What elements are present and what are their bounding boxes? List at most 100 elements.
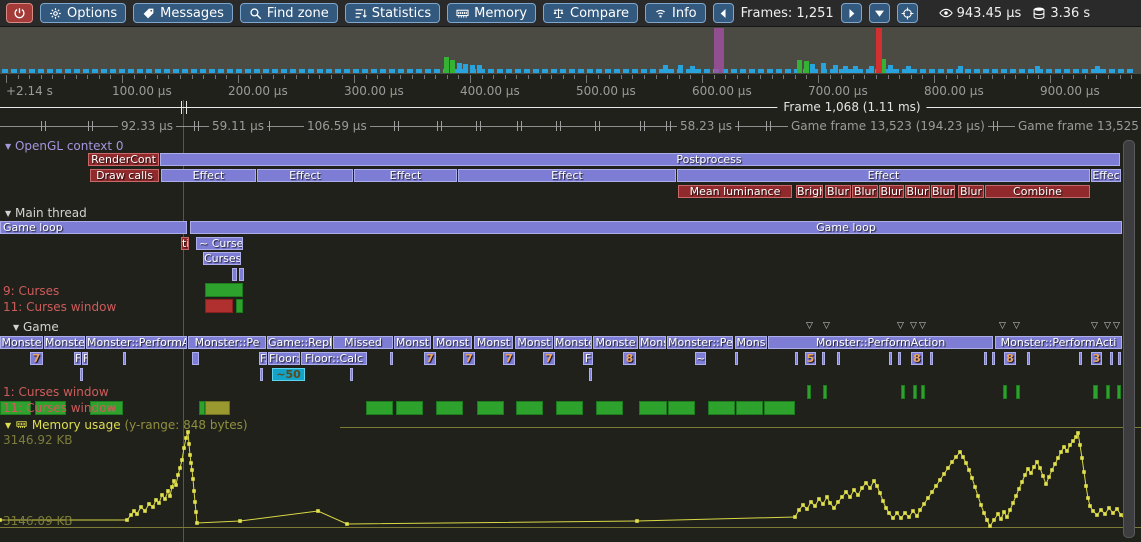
zone-7[interactable]: 7 — [543, 352, 555, 365]
power-button[interactable] — [6, 3, 33, 23]
zone-tiny[interactable] — [930, 352, 933, 365]
memory-section-header[interactable]: ▼ Memory usage (y-range: 848 bytes) — [5, 418, 248, 432]
zone-7[interactable]: 7 — [463, 352, 475, 365]
plot-label-11-curses-window[interactable]: 11: Curses window — [3, 300, 116, 314]
zone-rendercont[interactable]: RenderCont — [88, 153, 159, 166]
zone-tiny[interactable] — [1110, 352, 1113, 365]
message-marker-icon[interactable]: ▽ — [919, 321, 926, 331]
zone-tiny[interactable] — [589, 368, 592, 381]
zone-tiny[interactable] — [390, 352, 393, 365]
zone-8[interactable]: 8 — [623, 352, 636, 365]
plot-label-9-curses[interactable]: 9: Curses — [3, 284, 59, 298]
zone-tiny[interactable] — [232, 268, 237, 281]
plot-label-11-curses-window[interactable]: 11: Curses window — [3, 401, 116, 415]
zone-blur[interactable]: Blur — [905, 185, 930, 198]
zone-tiny[interactable] — [984, 352, 987, 365]
zone-8[interactable]: 8 — [911, 352, 923, 365]
messages-button[interactable]: Messages — [133, 3, 233, 23]
zone-tiny[interactable] — [123, 352, 126, 365]
info-button[interactable]: Info — [645, 3, 706, 23]
zone-tiny[interactable] — [1027, 352, 1030, 365]
zone-monst[interactable]: Monst — [474, 336, 513, 349]
zone-tiny[interactable] — [80, 368, 83, 381]
zone-5[interactable]: 5 — [805, 352, 816, 365]
zone-mean-luminance[interactable]: Mean luminance — [678, 185, 792, 198]
zone-mons[interactable]: Mons — [735, 336, 767, 349]
zone-[interactable]: ~ — [695, 352, 706, 365]
zone-curses[interactable]: ~ Curses — [196, 237, 243, 250]
options-button[interactable]: Options — [40, 3, 126, 23]
zone-monst[interactable]: Monst — [433, 336, 472, 349]
zone-tiny[interactable] — [992, 352, 995, 365]
zone-tiny[interactable] — [837, 352, 840, 365]
zone-tiny[interactable] — [350, 368, 353, 381]
zone-7[interactable]: 7 — [503, 352, 515, 365]
zone-floor[interactable]: Floor: — [268, 352, 300, 365]
zone-effect[interactable]: Effect — [161, 169, 256, 182]
zone-f[interactable]: F — [82, 352, 88, 365]
thread-header-opengl[interactable]: ▼ OpenGL context 0 — [5, 139, 124, 153]
zone-mons[interactable]: Mons — [639, 336, 666, 349]
zone-monster-performacti[interactable]: Monster::PerformActi — [995, 336, 1122, 349]
zone-monst[interactable]: Monst — [515, 336, 553, 349]
zone-50[interactable]: ~50 — [272, 368, 305, 381]
zone-monste[interactable]: Monste — [0, 336, 43, 349]
zone-combine[interactable]: Combine — [985, 185, 1090, 198]
zone-blur[interactable]: Blur — [852, 185, 878, 198]
compare-button[interactable]: Compare — [543, 3, 638, 23]
message-marker-icon[interactable]: ▽ — [1091, 321, 1098, 331]
zone-postprocess[interactable]: Postprocess — [160, 153, 1120, 166]
thread-header-game[interactable]: ▼ Game — [13, 320, 59, 334]
zone-draw-calls[interactable]: Draw calls — [90, 169, 159, 182]
zone-effect[interactable]: Effect — [458, 169, 676, 182]
zone-f[interactable]: F — [583, 352, 593, 365]
zone-tiny[interactable] — [822, 352, 825, 365]
zone-f[interactable]: F — [74, 352, 81, 365]
zone-tiny[interactable] — [889, 352, 892, 365]
prev-frame-button[interactable] — [713, 3, 734, 23]
zone-tiny[interactable] — [239, 268, 244, 281]
message-marker-icon[interactable]: ▽ — [806, 321, 813, 331]
zone-7[interactable]: 7 — [424, 352, 436, 365]
zone-monste[interactable]: Monste — [554, 336, 592, 349]
zone-monste[interactable]: Monste — [44, 336, 85, 349]
zone-tiny[interactable] — [898, 352, 901, 365]
plot-label-1-curses-window[interactable]: 1: Curses window — [3, 385, 109, 399]
zone-game-loop[interactable]: Game loop — [190, 221, 1122, 234]
memory-button[interactable]: Memory — [447, 3, 536, 23]
zone-tiny[interactable] — [735, 352, 738, 365]
zone-monste[interactable]: Monste — [593, 336, 638, 349]
message-marker-icon[interactable]: ▽ — [1104, 321, 1111, 331]
zone-blur[interactable]: Blur — [825, 185, 851, 198]
zone-blur[interactable]: Blur — [879, 185, 904, 198]
zone-monst[interactable]: Monst — [394, 336, 431, 349]
zone-blur[interactable]: Blur — [931, 185, 955, 198]
zone-effect[interactable]: Effect — [677, 169, 1090, 182]
zone-tiny[interactable] — [260, 368, 263, 381]
zone-tiny[interactable] — [1079, 352, 1082, 365]
thread-header-main-thread[interactable]: ▼ Main thread — [5, 206, 87, 220]
message-marker-icon[interactable]: ▽ — [999, 321, 1006, 331]
zone-game-loop[interactable]: Game loop — [0, 221, 187, 234]
locate-timeline-button[interactable] — [897, 3, 918, 23]
zone-monster-performa[interactable]: Monster::PerformA — [86, 336, 187, 349]
statistics-button[interactable]: Statistics — [345, 3, 440, 23]
zone-game-replay[interactable]: Game::Replay — [267, 336, 332, 349]
vertical-scrollbar[interactable] — [1123, 140, 1135, 538]
zone-brigh[interactable]: Brigh — [796, 185, 823, 198]
zone-tiny[interactable] — [1118, 352, 1121, 365]
zone-effect[interactable]: Effect — [257, 169, 353, 182]
goto-frame-button[interactable] — [869, 3, 890, 23]
zone-monster-pe[interactable]: Monster::Pe — [188, 336, 266, 349]
next-frame-button[interactable] — [841, 3, 862, 23]
message-marker-icon[interactable]: ▽ — [897, 321, 904, 331]
zone-effec[interactable]: Effec — [1091, 169, 1121, 182]
zone-floor-calc[interactable]: Floor::Calc — [301, 352, 367, 365]
zone-ti[interactable]: ti — [181, 237, 189, 250]
zone-curses[interactable]: Curses — [203, 252, 241, 265]
message-marker-icon[interactable]: ▽ — [910, 321, 917, 331]
zone-monster-performaction[interactable]: Monster::PerformAction — [768, 336, 993, 349]
zone-f[interactable]: F. — [259, 352, 267, 365]
frame-overview-strip[interactable] — [0, 27, 1141, 74]
message-marker-icon[interactable]: ▽ — [823, 321, 830, 331]
